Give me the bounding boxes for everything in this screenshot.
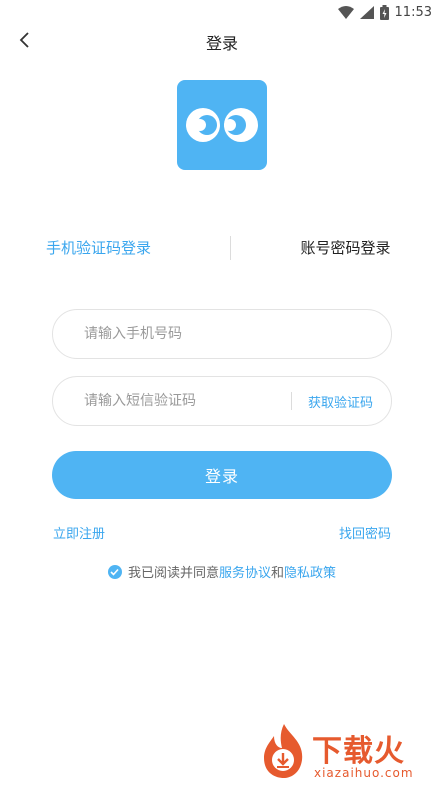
status-time: 11:53 bbox=[394, 4, 432, 20]
phone-input[interactable] bbox=[53, 309, 391, 359]
back-button[interactable] bbox=[10, 28, 38, 56]
privacy-policy-link[interactable]: 隐私政策 bbox=[284, 562, 336, 581]
sms-code-field: 获取验证码 bbox=[52, 376, 392, 426]
flame-logo-icon bbox=[264, 724, 303, 778]
phone-field bbox=[52, 309, 392, 359]
service-agreement-link[interactable]: 服务协议 bbox=[219, 562, 271, 581]
tab-password-login[interactable]: 账号密码登录 bbox=[217, 237, 444, 258]
sms-code-input[interactable] bbox=[53, 376, 291, 426]
app-logo bbox=[177, 80, 267, 170]
agreement-and: 和 bbox=[271, 566, 285, 581]
code-divider bbox=[290, 392, 292, 410]
chevron-left-icon bbox=[18, 31, 30, 53]
tab-sms-login[interactable]: 手机验证码登录 bbox=[0, 237, 217, 258]
login-tabs: 手机验证码登录 账号密码登录 bbox=[0, 230, 444, 264]
page-title: 登录 bbox=[205, 34, 238, 53]
agreement-row: 我已阅读并同意 服务协议 和 隐私政策 bbox=[0, 562, 444, 581]
agreement-prefix: 我已阅读并同意 bbox=[127, 566, 219, 581]
forgot-password-link[interactable]: 找回密码 bbox=[339, 523, 391, 542]
get-code-button[interactable]: 获取验证码 bbox=[308, 392, 391, 411]
wifi-icon bbox=[337, 5, 354, 19]
battery-icon bbox=[379, 4, 389, 20]
agreement-checkbox[interactable] bbox=[107, 564, 122, 579]
watermark: 下载火 xiazaihuo.com bbox=[260, 722, 438, 784]
login-button[interactable]: 登录 bbox=[52, 451, 392, 499]
status-bar: 11:53 bbox=[0, 0, 444, 24]
signal-icon bbox=[359, 5, 374, 19]
eyes-logo-icon bbox=[186, 108, 258, 142]
nav-bar: 登录 bbox=[0, 24, 444, 60]
watermark-domain: xiazaihuo.com bbox=[314, 766, 414, 780]
tab-divider bbox=[230, 236, 231, 260]
register-link[interactable]: 立即注册 bbox=[53, 523, 105, 542]
watermark-text: 下载火 bbox=[312, 734, 405, 769]
check-icon bbox=[110, 568, 120, 576]
login-screen: 11:53 登录 手机验证码登录 账号密码登录 获取验证码 bbox=[0, 0, 444, 790]
